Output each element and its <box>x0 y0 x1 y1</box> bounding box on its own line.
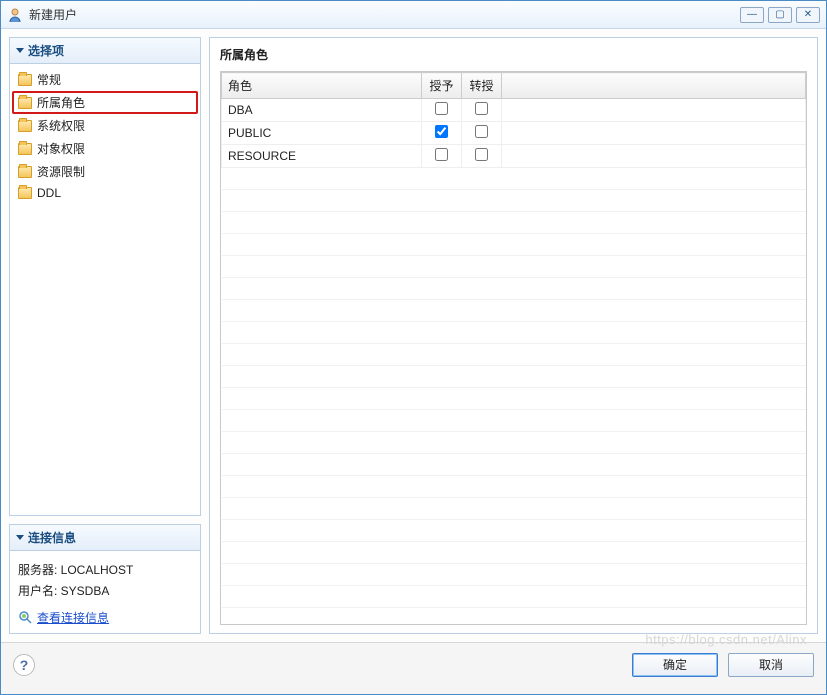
help-button[interactable]: ? <box>13 654 35 676</box>
col-role[interactable]: 角色 <box>222 73 422 99</box>
empty-row <box>222 190 806 212</box>
sidebar: 选择项 常规 所属角色 系统权限 对象权限 资源限制 DDL 连接信息 服务器:… <box>9 37 201 634</box>
admin-checkbox[interactable] <box>475 125 488 138</box>
user-icon <box>7 7 23 23</box>
empty-row <box>222 564 806 586</box>
col-filler <box>502 73 806 99</box>
grant-checkbox[interactable] <box>435 148 448 161</box>
sidebar-item-res-limit[interactable]: 资源限制 <box>12 160 198 183</box>
magnifier-icon <box>18 610 32 624</box>
roles-table-wrap: 角色 授予 转授 DBAPUBLICRESOURCE <box>220 71 807 625</box>
options-panel: 选择项 常规 所属角色 系统权限 对象权限 资源限制 DDL <box>9 37 201 516</box>
empty-row <box>222 278 806 300</box>
empty-row <box>222 586 806 608</box>
main-content: 所属角色 角色 授予 转授 DBAPUBLICRESOURCE <box>209 37 818 634</box>
empty-row <box>222 520 806 542</box>
footer: ? 确定 取消 <box>1 642 826 686</box>
sidebar-item-sys-priv[interactable]: 系统权限 <box>12 114 198 137</box>
empty-row <box>222 432 806 454</box>
page-title: 所属角色 <box>220 46 807 63</box>
connection-header-label: 连接信息 <box>28 529 76 546</box>
connection-header[interactable]: 连接信息 <box>10 525 200 551</box>
folder-icon <box>18 143 32 155</box>
sidebar-item-general[interactable]: 常规 <box>12 68 198 91</box>
grant-cell <box>422 99 462 122</box>
table-row[interactable]: DBA <box>222 99 806 122</box>
table-row[interactable]: RESOURCE <box>222 145 806 168</box>
admin-checkbox[interactable] <box>475 148 488 161</box>
close-button[interactable]: ✕ <box>796 7 820 23</box>
sidebar-item-label: 常规 <box>37 71 61 88</box>
connection-body: 服务器: LOCALHOST 用户名: SYSDBA 查看连接信息 <box>10 551 200 634</box>
folder-icon <box>18 97 32 109</box>
footer-buttons: 确定 取消 <box>632 653 814 677</box>
admin-cell <box>462 122 502 145</box>
filler-cell <box>502 99 806 122</box>
empty-row <box>222 454 806 476</box>
empty-row <box>222 476 806 498</box>
empty-row <box>222 344 806 366</box>
options-header[interactable]: 选择项 <box>10 38 200 64</box>
roles-table: 角色 授予 转授 DBAPUBLICRESOURCE <box>221 72 806 625</box>
empty-row <box>222 542 806 564</box>
cancel-button[interactable]: 取消 <box>728 653 814 677</box>
view-connection-label: 查看连接信息 <box>37 609 109 626</box>
empty-row <box>222 498 806 520</box>
folder-icon <box>18 120 32 132</box>
server-line: 服务器: LOCALHOST <box>18 561 192 578</box>
sidebar-item-label: DDL <box>37 186 61 200</box>
sidebar-item-roles[interactable]: 所属角色 <box>12 91 198 114</box>
window-controls: — ▢ ✕ <box>740 7 820 23</box>
empty-row <box>222 322 806 344</box>
grant-checkbox[interactable] <box>435 125 448 138</box>
folder-icon <box>18 166 32 178</box>
role-cell: PUBLIC <box>222 122 422 145</box>
window-title: 新建用户 <box>29 6 740 23</box>
connection-panel: 连接信息 服务器: LOCALHOST 用户名: SYSDBA 查看连接信息 <box>9 524 201 635</box>
sidebar-item-label: 资源限制 <box>37 163 85 180</box>
empty-row <box>222 234 806 256</box>
titlebar: 新建用户 — ▢ ✕ <box>1 1 826 29</box>
col-grant[interactable]: 授予 <box>422 73 462 99</box>
filler-cell <box>502 122 806 145</box>
sidebar-item-obj-priv[interactable]: 对象权限 <box>12 137 198 160</box>
maximize-button[interactable]: ▢ <box>768 7 792 23</box>
view-connection-link[interactable]: 查看连接信息 <box>18 609 109 626</box>
admin-cell <box>462 99 502 122</box>
sidebar-item-label: 系统权限 <box>37 117 85 134</box>
empty-row <box>222 256 806 278</box>
admin-cell <box>462 145 502 168</box>
role-cell: RESOURCE <box>222 145 422 168</box>
sidebar-item-label: 所属角色 <box>37 94 85 111</box>
grant-cell <box>422 122 462 145</box>
collapse-icon <box>16 535 24 540</box>
collapse-icon <box>16 48 24 53</box>
options-header-label: 选择项 <box>28 42 64 59</box>
empty-row <box>222 410 806 432</box>
ok-button[interactable]: 确定 <box>632 653 718 677</box>
grant-cell <box>422 145 462 168</box>
role-cell: DBA <box>222 99 422 122</box>
filler-cell <box>502 145 806 168</box>
empty-row <box>222 300 806 322</box>
user-line: 用户名: SYSDBA <box>18 582 192 599</box>
col-admin[interactable]: 转授 <box>462 73 502 99</box>
empty-row <box>222 212 806 234</box>
empty-row <box>222 366 806 388</box>
table-row[interactable]: PUBLIC <box>222 122 806 145</box>
minimize-button[interactable]: — <box>740 7 764 23</box>
empty-row <box>222 168 806 190</box>
empty-row <box>222 388 806 410</box>
window-body: 选择项 常规 所属角色 系统权限 对象权限 资源限制 DDL 连接信息 服务器:… <box>1 29 826 642</box>
sidebar-item-ddl[interactable]: DDL <box>12 183 198 203</box>
folder-icon <box>18 74 32 86</box>
sidebar-item-label: 对象权限 <box>37 140 85 157</box>
options-list: 常规 所属角色 系统权限 对象权限 资源限制 DDL <box>10 64 200 207</box>
empty-row <box>222 608 806 626</box>
folder-icon <box>18 187 32 199</box>
admin-checkbox[interactable] <box>475 102 488 115</box>
grant-checkbox[interactable] <box>435 102 448 115</box>
